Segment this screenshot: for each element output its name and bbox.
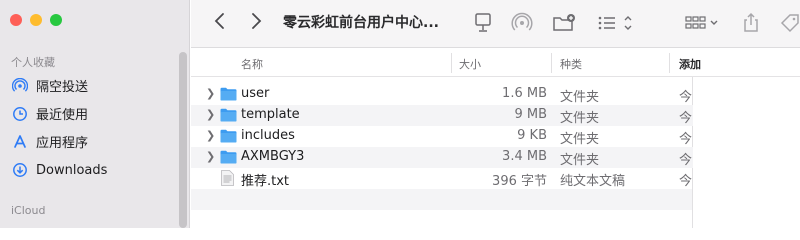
airdrop-button[interactable]	[511, 12, 533, 34]
file-kind: 文件夹	[560, 153, 600, 168]
sidebar-item-recents[interactable]: 最近使用	[12, 104, 88, 123]
table-row[interactable]: ❯ user 1.6 MB 文件夹 今	[191, 84, 693, 105]
disclosure-chevron-icon[interactable]: ❯	[206, 129, 215, 142]
table-row[interactable]: 推荐.txt 396 字节 纯文本文稿 今	[191, 168, 693, 189]
file-size: 9 MB	[514, 107, 547, 122]
airdrop-icon	[511, 12, 533, 31]
file-size: 3.4 MB	[502, 149, 547, 164]
disclosure-chevron-icon[interactable]: ❯	[206, 108, 215, 121]
downloads-icon	[12, 162, 28, 178]
back-button[interactable]	[213, 11, 227, 31]
file-kind: 文件夹	[560, 111, 600, 126]
list-view-icon	[598, 16, 632, 30]
sidebar-item-airdrop[interactable]: 隔空投送	[12, 76, 88, 95]
icloud-section-title: iCloud	[11, 204, 46, 217]
sidebar-item-label: 隔空投送	[36, 80, 89, 95]
column-divider	[551, 53, 552, 73]
close-button[interactable]	[10, 14, 22, 26]
folder-icon	[220, 108, 237, 122]
file-date-added: 今	[679, 174, 693, 189]
share-icon	[744, 12, 758, 32]
sidebar: 个人收藏 隔空投送 最近使用 应用程序 Downloads iCloud	[0, 0, 190, 228]
favorites-section-title: 个人收藏	[11, 56, 55, 69]
file-kind: 纯文本文稿	[560, 174, 626, 189]
airdrop-icon	[12, 77, 28, 94]
zoom-button[interactable]	[50, 14, 62, 26]
file-date-added: 今	[679, 132, 693, 147]
forward-button[interactable]	[249, 11, 263, 31]
file-name: 推荐.txt	[241, 174, 290, 189]
toolbar: 零云彩虹前台用户中心...	[191, 0, 800, 48]
file-kind: 文件夹	[560, 90, 600, 105]
column-header-kind[interactable]: 种类	[560, 56, 582, 72]
window-title: 零云彩虹前台用户中心...	[283, 15, 439, 31]
sidebar-item-label: 最近使用	[36, 108, 89, 123]
column-divider	[451, 53, 452, 73]
text-file-icon	[221, 170, 234, 186]
clock-icon	[12, 106, 28, 122]
table-row[interactable]: ❯ includes 9 KB 文件夹 今	[191, 126, 693, 147]
folder-icon	[220, 129, 237, 143]
applications-icon	[12, 134, 28, 150]
disclosure-chevron-icon[interactable]: ❯	[206, 150, 215, 163]
sidebar-scrollbar[interactable]	[179, 52, 187, 228]
file-date-added: 今	[679, 90, 693, 105]
column-headers: 名称 大小 种类 添加	[191, 49, 800, 77]
sidebar-item-downloads[interactable]: Downloads	[12, 162, 107, 178]
table-row[interactable]: ❯ AXMBGY3 3.4 MB 文件夹 今	[191, 147, 693, 168]
new-folder-button[interactable]	[551, 12, 577, 34]
column-header-date-added[interactable]: 添加	[679, 56, 701, 72]
tag-button[interactable]	[779, 12, 800, 34]
view-options-button[interactable]	[597, 12, 637, 34]
file-kind: 文件夹	[560, 132, 600, 147]
new-folder-icon	[553, 14, 575, 31]
column-header-size[interactable]: 大小	[459, 56, 481, 72]
grid-view-icon	[685, 16, 718, 29]
minimize-button[interactable]	[30, 14, 42, 26]
column-divider	[669, 53, 670, 73]
empty-row-stripe	[191, 189, 692, 210]
file-name: includes	[241, 128, 295, 143]
computer-icon	[475, 13, 491, 32]
file-name: user	[241, 86, 270, 101]
folder-icon	[220, 150, 237, 164]
share-button[interactable]	[741, 12, 761, 34]
chevron-left-icon	[214, 13, 224, 29]
table-row[interactable]: ❯ template 9 MB 文件夹 今	[191, 105, 693, 126]
file-size: 9 KB	[517, 128, 547, 143]
file-date-added: 今	[679, 153, 693, 168]
window-controls	[10, 14, 62, 26]
file-list: ❯ user 1.6 MB 文件夹 今 ❯ template 9 MB 文件夹 …	[191, 84, 693, 189]
group-button[interactable]	[685, 12, 721, 34]
file-name: AXMBGY3	[241, 149, 305, 164]
tag-icon	[780, 14, 799, 33]
sidebar-item-applications[interactable]: 应用程序	[12, 132, 88, 151]
column-header-name[interactable]: 名称	[241, 56, 263, 72]
file-size: 1.6 MB	[502, 86, 547, 101]
sidebar-item-label: 应用程序	[36, 136, 89, 151]
sidebar-item-label: Downloads	[36, 162, 108, 178]
disclosure-chevron-icon[interactable]: ❯	[206, 87, 215, 100]
chevron-right-icon	[252, 13, 262, 29]
file-name: template	[241, 107, 300, 122]
folder-icon	[220, 87, 237, 101]
file-size: 396 字节	[492, 174, 547, 189]
computer-button[interactable]	[473, 12, 493, 34]
file-date-added: 今	[679, 111, 693, 126]
